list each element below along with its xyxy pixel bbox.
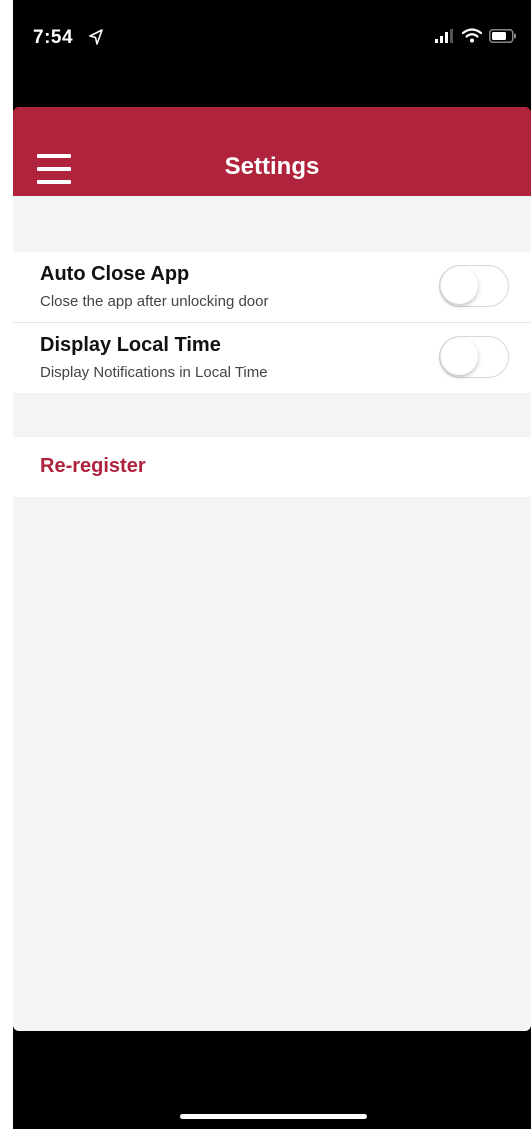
toggle-knob [441,267,478,304]
phone-screen: 7:54 Settings Auto Close App Close the a… [13,0,531,1129]
signal-bars-icon [435,28,453,43]
local-time-toggle[interactable] [439,336,509,378]
local-time-subtitle: Display Notifications in Local Time [40,364,268,381]
auto-close-toggle[interactable] [439,265,509,307]
reregister-row[interactable]: Re-register [13,437,531,497]
status-bar: 7:54 [13,0,531,80]
auto-close-title: Auto Close App [40,263,190,285]
setting-row-local-time: Display Local Time Display Notifications… [13,323,531,393]
toggle-knob [441,338,478,375]
settings-list: Auto Close App Close the app after unloc… [13,252,531,393]
setting-row-auto-close: Auto Close App Close the app after unloc… [13,252,531,323]
auto-close-subtitle: Close the app after unlocking door [40,293,269,310]
local-time-title: Display Local Time [40,334,221,356]
status-icons [435,28,517,43]
reregister-button[interactable]: Re-register [40,455,146,478]
settings-content: Auto Close App Close the app after unloc… [13,196,531,1031]
location-arrow-icon [89,29,103,45]
app-header: Settings [13,107,531,196]
wifi-icon [462,28,482,43]
status-time: 7:54 [33,27,74,48]
page-title: Settings [224,153,320,180]
battery-icon [489,28,516,43]
home-indicator[interactable] [180,1114,367,1119]
